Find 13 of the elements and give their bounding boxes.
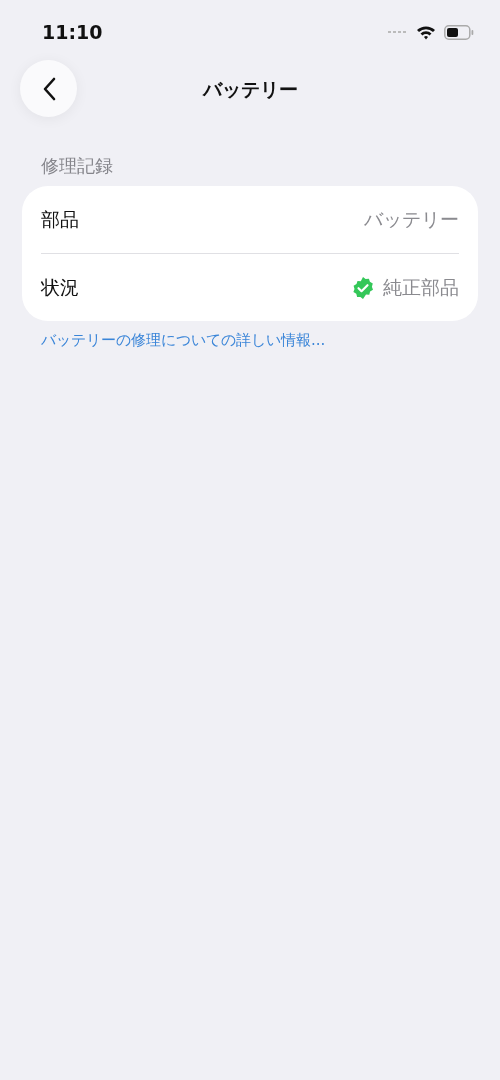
row-value: バッテリー	[364, 206, 459, 232]
status-time: 11:10	[42, 21, 103, 43]
signal-icon	[388, 30, 408, 34]
wifi-icon	[416, 24, 436, 40]
info-link[interactable]: バッテリーの修理についての詳しい情報...	[41, 331, 326, 350]
battery-icon	[444, 24, 474, 40]
verified-check-icon	[351, 275, 375, 300]
section-header: 修理記録	[41, 154, 114, 178]
row-label: 部品	[41, 206, 79, 232]
chevron-left-icon	[41, 76, 56, 101]
page-title: バッテリー	[202, 77, 298, 102]
row-label: 状況	[41, 274, 79, 300]
row-value: 純正部品	[383, 274, 459, 300]
